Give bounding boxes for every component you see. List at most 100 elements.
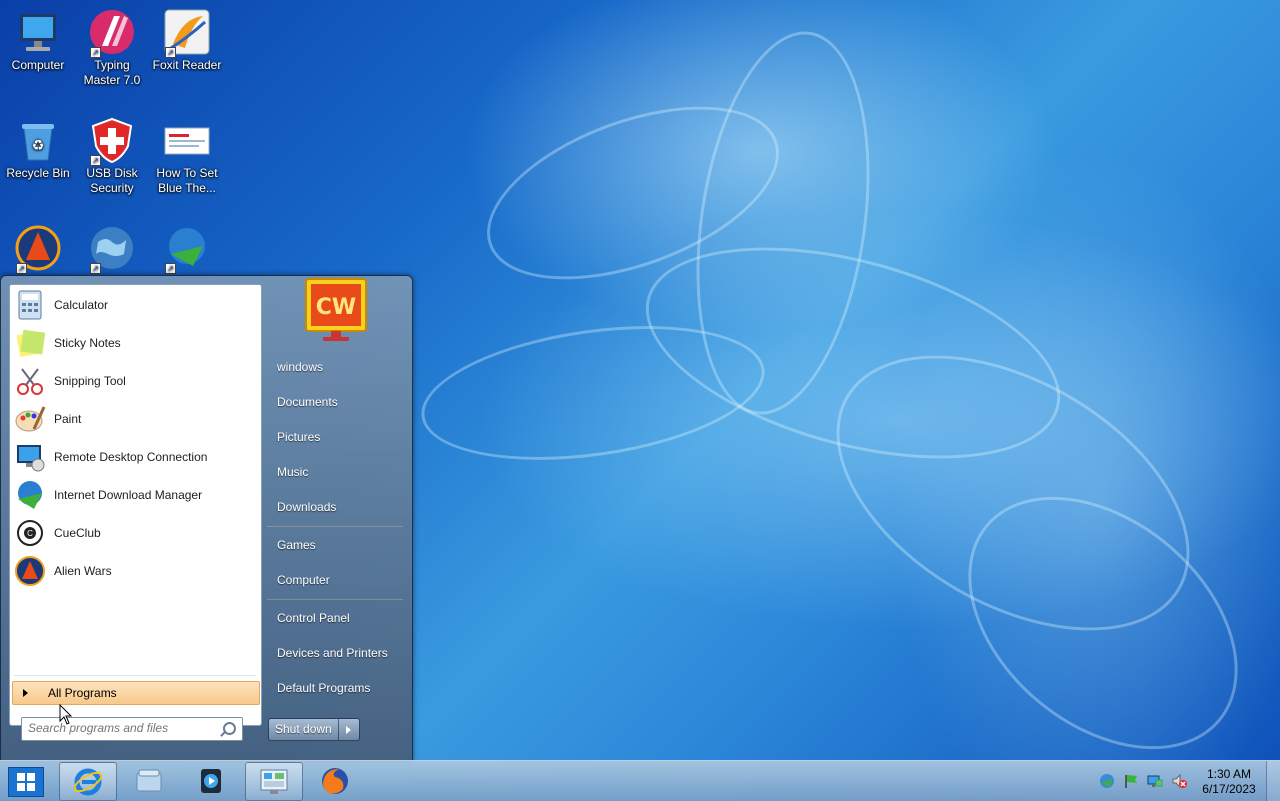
- link-pictures[interactable]: Pictures: [277, 430, 320, 444]
- taskbar-firefox[interactable]: [307, 762, 363, 799]
- idm-globe-icon: [14, 479, 46, 511]
- start-menu: Calculator Sticky Notes Snipping Tool Pa…: [0, 275, 413, 762]
- globe-icon: ↗: [88, 224, 136, 274]
- mouse-cursor-icon: [59, 704, 73, 725]
- program-alien-wars[interactable]: Alien Wars: [12, 553, 258, 589]
- scissors-icon: [14, 365, 46, 397]
- all-programs-button[interactable]: All Programs: [12, 681, 260, 705]
- link-music[interactable]: Music: [277, 465, 308, 479]
- link-games[interactable]: Games: [277, 538, 316, 552]
- file-explorer-icon: [136, 769, 162, 791]
- start-menu-links-pane: CW windows Documents Pictures Music Down…: [261, 276, 411, 761]
- link-documents[interactable]: Documents: [277, 395, 338, 409]
- user-picture[interactable]: CW: [305, 278, 367, 342]
- link-computer[interactable]: Computer: [277, 573, 330, 587]
- desktop-icon-globe[interactable]: ↗: [74, 218, 150, 274]
- program-calculator[interactable]: Calculator: [12, 287, 258, 323]
- search-input[interactable]: [22, 718, 218, 738]
- svg-text:CW: CW: [316, 295, 356, 320]
- program-label: Snipping Tool: [54, 374, 126, 388]
- divider: [14, 675, 256, 676]
- windows-logo-icon: [17, 773, 35, 791]
- program-label: Paint: [54, 412, 82, 426]
- link-control-panel[interactable]: Control Panel: [277, 611, 350, 625]
- taskbar-file-explorer[interactable]: [121, 762, 177, 799]
- taskbar: 1:30 AM 6/17/2023: [0, 760, 1280, 801]
- firefox-icon: [322, 767, 348, 794]
- svg-text:♻: ♻: [32, 137, 45, 153]
- wallpaper-swirl: [623, 208, 1083, 498]
- program-label: Remote Desktop Connection: [54, 450, 208, 464]
- program-snipping-tool[interactable]: Snipping Tool: [12, 363, 258, 399]
- alien-wars-icon: ↗: [14, 224, 62, 274]
- typing-master-icon: ↗: [88, 8, 136, 58]
- wallpaper-swirl: [919, 445, 1280, 801]
- action-center-flag-icon[interactable]: [1123, 773, 1139, 789]
- link-downloads[interactable]: Downloads: [277, 500, 336, 514]
- internet-explorer-icon: [73, 768, 103, 795]
- media-player-icon: [201, 768, 221, 793]
- clock-date: 6/17/2023: [1202, 782, 1256, 796]
- desktop-icon-label: Recycle Bin: [6, 166, 70, 180]
- all-programs-label: All Programs: [48, 686, 117, 700]
- wallpaper-swirl: [789, 298, 1237, 688]
- wallpaper-swirl: [412, 306, 774, 480]
- document-thumbnail-icon: [163, 116, 211, 164]
- volume-muted-icon[interactable]: [1171, 773, 1187, 789]
- clock[interactable]: 1:30 AM 6/17/2023: [1198, 767, 1260, 797]
- program-sticky-notes[interactable]: Sticky Notes: [12, 325, 258, 361]
- triangle-right-icon: [23, 689, 28, 697]
- wallpaper-swirl: [673, 20, 893, 426]
- program-label: Sticky Notes: [54, 336, 121, 350]
- desktop-icon-usb-disk-security[interactable]: ↗ USB Disk Security: [74, 110, 150, 196]
- start-button[interactable]: [8, 767, 44, 797]
- desktop-icon-label: Foxit Reader: [152, 58, 222, 72]
- shield-icon: ↗: [88, 116, 136, 166]
- program-cueclub[interactable]: C CueClub: [12, 515, 258, 551]
- cue-ball-icon: C: [14, 517, 46, 549]
- taskbar-internet-explorer[interactable]: [59, 762, 117, 801]
- program-paint[interactable]: Paint: [12, 401, 258, 437]
- program-label: Internet Download Manager: [54, 488, 203, 502]
- link-default-programs[interactable]: Default Programs: [277, 681, 370, 695]
- network-icon[interactable]: [1147, 773, 1163, 789]
- link-user-folder[interactable]: windows: [277, 360, 323, 374]
- foxit-reader-icon: ↗: [163, 8, 211, 58]
- taskbar-control-panel[interactable]: [245, 762, 303, 801]
- triangle-right-icon: [346, 725, 352, 734]
- remote-desktop-icon: [14, 441, 46, 473]
- idm-globe-icon: ↗: [163, 224, 211, 274]
- desktop-icon-how-to-set[interactable]: How To Set Blue The...: [149, 110, 225, 196]
- control-panel-icon: [260, 769, 288, 794]
- svg-text:C: C: [27, 529, 33, 538]
- shutdown-group: Shut down: [268, 718, 360, 741]
- desktop-icon-foxit-reader[interactable]: ↗ Foxit Reader: [149, 2, 225, 73]
- taskbar-media-player[interactable]: [183, 762, 239, 799]
- search-box[interactable]: [21, 717, 243, 741]
- program-remote-desktop[interactable]: Remote Desktop Connection: [12, 439, 258, 475]
- alien-wars-icon: [14, 555, 46, 587]
- desktop-icon-label: Computer: [11, 58, 65, 72]
- program-label: Alien Wars: [54, 564, 112, 578]
- desktop-icon-alien-wars[interactable]: ↗: [0, 218, 76, 274]
- desktop-icon-recycle-bin[interactable]: ♻ Recycle Bin: [0, 110, 76, 181]
- network-globe-icon[interactable]: [1099, 773, 1115, 789]
- divider: [267, 526, 403, 528]
- desktop-icon-computer[interactable]: Computer: [0, 2, 76, 73]
- link-devices-printers[interactable]: Devices and Printers: [277, 646, 388, 660]
- computer-icon: [14, 8, 62, 56]
- desktop-icon-label: Typing Master 7.0: [83, 58, 141, 87]
- desktop-icon-label: USB Disk Security: [86, 166, 138, 195]
- wallpaper-swirl: [464, 72, 802, 314]
- desktop-icon-idm[interactable]: ↗: [149, 218, 225, 274]
- program-internet-download-manager[interactable]: Internet Download Manager: [12, 477, 258, 513]
- search-icon[interactable]: [223, 722, 236, 735]
- paint-palette-icon: [14, 403, 46, 435]
- show-desktop-button[interactable]: [1266, 761, 1280, 801]
- calculator-icon: [14, 289, 46, 321]
- clock-time: 1:30 AM: [1206, 767, 1252, 781]
- shutdown-options-button[interactable]: [339, 719, 359, 740]
- shutdown-button[interactable]: Shut down: [269, 719, 339, 740]
- divider: [267, 599, 403, 601]
- desktop-icon-typing-master[interactable]: ↗ Typing Master 7.0: [74, 2, 150, 88]
